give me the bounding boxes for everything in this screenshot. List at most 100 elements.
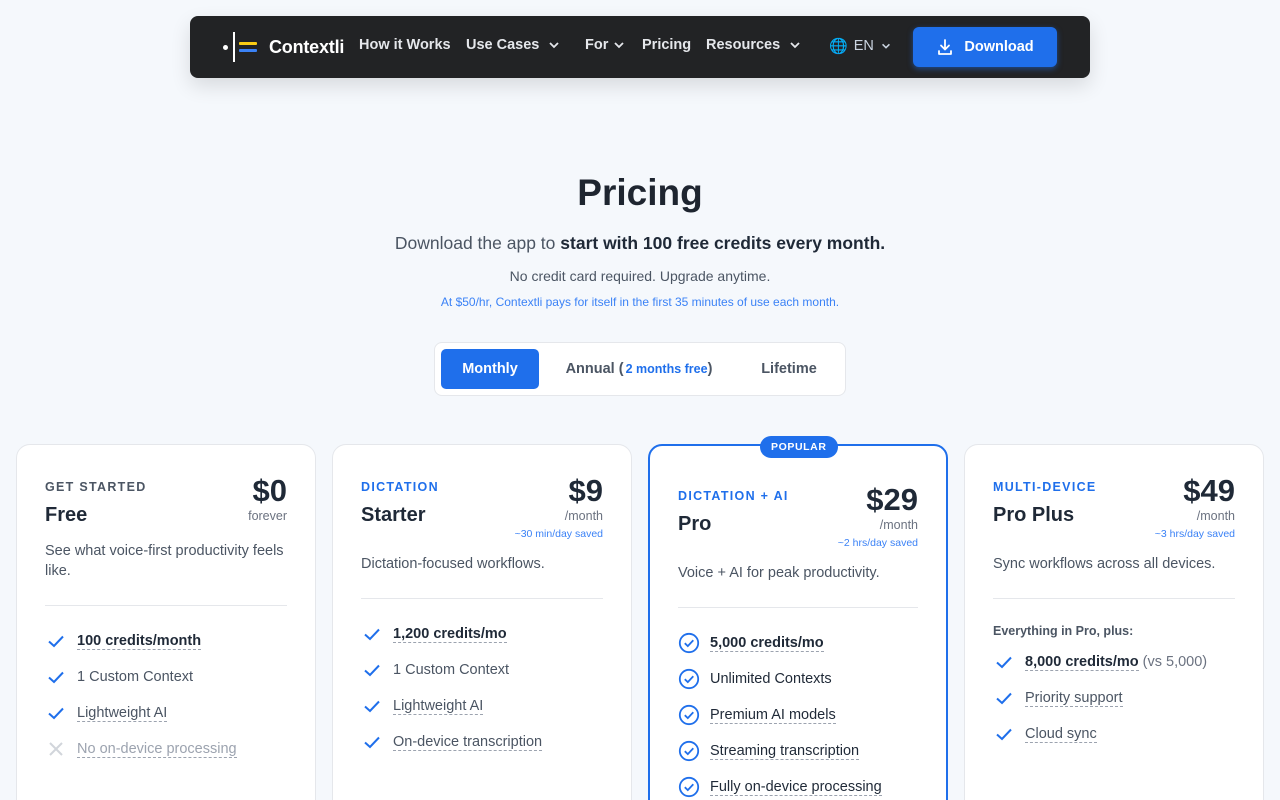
- check-icon: [361, 623, 383, 645]
- check-icon: [45, 666, 67, 688]
- plan-tier: MULTI-DEVICE: [993, 480, 1097, 494]
- plan-name: Free: [45, 504, 88, 526]
- plan-description: Dictation-focused workflows.: [361, 556, 545, 572]
- feature-item: Lightweight AI: [45, 702, 295, 724]
- brand-logo[interactable]: Contextli: [223, 31, 344, 63]
- plan-period: /month: [564, 509, 603, 523]
- check-icon: [45, 702, 67, 724]
- feature-text[interactable]: No on-device processing: [77, 741, 237, 758]
- time-saved: ~3 hrs/day saved: [1154, 528, 1235, 540]
- annual-paren-open: (: [618, 361, 624, 377]
- lifetime-option[interactable]: Lifetime: [739, 349, 839, 389]
- plan-card-starter: DICTATION Starter $9 /month ~30 min/day …: [332, 444, 632, 800]
- feature-item: 1,200 credits/mo: [361, 623, 611, 645]
- nav-how-it-works[interactable]: How it Works: [359, 37, 451, 53]
- divider: [993, 598, 1235, 599]
- brand-name: Contextli: [269, 36, 345, 57]
- plan-card-free: GET STARTED Free $0 forever See what voi…: [16, 444, 316, 800]
- feature-item: Lightweight AI: [361, 695, 611, 717]
- nav-resources[interactable]: Resources: [706, 37, 802, 53]
- plan-price: $49: [1183, 473, 1235, 508]
- feature-text[interactable]: 8,000 credits/mo: [1025, 654, 1139, 671]
- roi-note: At $50/hr, Contextli pays for itself in …: [440, 295, 840, 309]
- feature-item: Unlimited Contexts: [678, 668, 926, 690]
- language-selector[interactable]: 🌐 EN: [829, 37, 892, 55]
- check-icon: [993, 687, 1015, 709]
- plan-card-pro: POPULAR DICTATION + AI Pro $29 /month ~2…: [648, 436, 948, 800]
- plan-tier: DICTATION: [361, 480, 439, 494]
- feature-item: Premium AI models: [678, 704, 926, 726]
- check-circle-icon: [678, 776, 700, 798]
- chevron-down-icon: [790, 42, 800, 49]
- annual-option[interactable]: Annual (2 months free): [549, 349, 729, 389]
- plan-price: $9: [568, 473, 603, 508]
- feature-text[interactable]: 1,200 credits/mo: [393, 626, 507, 643]
- feature-text[interactable]: 100 credits/month: [77, 633, 202, 650]
- feature-item: Fully on-device processing: [678, 776, 926, 798]
- nav-use-cases-label: Use Cases: [466, 37, 540, 53]
- monthly-option[interactable]: Monthly: [441, 349, 539, 389]
- popular-badge: POPULAR: [760, 436, 838, 458]
- nav-use-cases[interactable]: Use Cases: [466, 37, 561, 53]
- hero-subtitle-prefix: Download the app to: [394, 233, 556, 253]
- plan-price: $0: [252, 473, 287, 508]
- nav-pricing[interactable]: Pricing: [642, 37, 691, 53]
- feature-text[interactable]: Fully on-device processing: [710, 779, 882, 796]
- plan-period: /month: [879, 518, 918, 532]
- feature-text[interactable]: On-device transcription: [393, 734, 543, 751]
- feature-item: No on-device processing: [45, 738, 295, 760]
- hero-note: No credit card required. Upgrade anytime…: [509, 268, 771, 284]
- feature-text[interactable]: Streaming transcription: [710, 743, 860, 760]
- everything-in-pro-label: Everything in Pro, plus:: [993, 624, 1134, 638]
- feature-text[interactable]: Priority support: [1025, 690, 1123, 707]
- feature-item: 1 Custom Context: [361, 659, 611, 681]
- check-circle-icon: [678, 668, 700, 690]
- download-button[interactable]: Download: [913, 27, 1057, 67]
- contextli-logo-icon: [223, 31, 261, 63]
- feature-item: Streaming transcription: [678, 740, 926, 762]
- check-circle-icon: [678, 704, 700, 726]
- plan-name: Pro Plus: [993, 504, 1075, 526]
- feature-text: 1 Custom Context: [77, 669, 194, 685]
- feature-text[interactable]: Lightweight AI: [393, 698, 484, 715]
- check-icon: [361, 731, 383, 753]
- check-icon: [45, 630, 67, 652]
- time-saved: ~2 hrs/day saved: [837, 537, 918, 549]
- plan-name: Pro: [678, 513, 712, 535]
- plan-price: $29: [866, 482, 918, 517]
- divider: [678, 607, 918, 608]
- top-nav: Contextli How it Works Use Cases For Pri…: [190, 16, 1090, 78]
- plan-card-pro-plus: MULTI-DEVICE Pro Plus $49 /month ~3 hrs/…: [964, 444, 1264, 800]
- download-label: Download: [964, 39, 1034, 55]
- page-title: Pricing: [577, 172, 703, 213]
- download-icon: [938, 39, 953, 55]
- feature-text[interactable]: Premium AI models: [710, 707, 836, 724]
- divider: [361, 598, 603, 599]
- plan-period: forever: [248, 509, 287, 523]
- annual-label: Annual: [565, 361, 615, 377]
- feature-text: 1 Custom Context: [393, 662, 510, 678]
- x-icon: [45, 738, 67, 760]
- feature-item: Cloud sync: [993, 723, 1243, 745]
- check-circle-icon: [678, 632, 700, 654]
- plan-description: Sync workflows across all devices.: [993, 556, 1216, 572]
- feature-text[interactable]: 5,000 credits/mo: [710, 635, 824, 652]
- feature-item: 100 credits/month: [45, 630, 295, 652]
- feature-text[interactable]: Lightweight AI: [77, 705, 168, 722]
- hero-subtitle-bold: start with 100 free credits every month.: [560, 233, 886, 253]
- feature-item: 1 Custom Context: [45, 666, 295, 688]
- feature-text[interactable]: Cloud sync: [1025, 726, 1097, 743]
- plan-name: Starter: [361, 504, 426, 526]
- nav-for[interactable]: For: [585, 37, 626, 53]
- annual-paren-close: ): [707, 361, 713, 377]
- plan-period: /month: [1196, 509, 1235, 523]
- plan-description: See what voice-first productivity feels …: [45, 543, 284, 579]
- chevron-down-icon: [881, 43, 890, 49]
- nav-resources-label: Resources: [706, 37, 781, 53]
- feature-item: Priority support: [993, 687, 1243, 709]
- plan-tier: DICTATION + AI: [678, 489, 789, 503]
- divider: [45, 605, 287, 606]
- check-icon: [361, 695, 383, 717]
- nav-for-label: For: [585, 37, 609, 53]
- annual-free-note: 2 months free: [625, 362, 708, 376]
